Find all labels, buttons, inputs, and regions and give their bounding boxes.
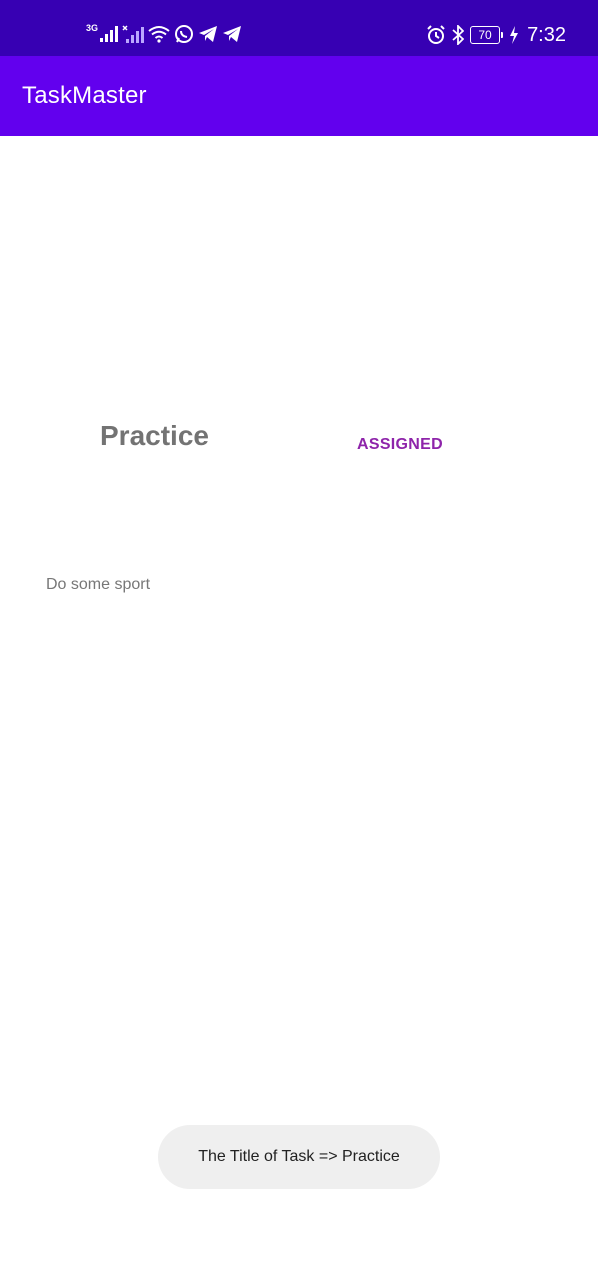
signal-x-icon [122, 25, 145, 43]
wifi-icon [148, 25, 170, 43]
toast-text: The Title of Task => Practice [198, 1148, 400, 1165]
status-bar: 3G 70 7:32 [0, 0, 598, 56]
telegram-icon [198, 25, 218, 43]
app-title: TaskMaster [22, 82, 147, 109]
charging-icon [509, 26, 519, 44]
telegram-icon [222, 25, 242, 43]
toast-message: The Title of Task => Practice [158, 1125, 440, 1189]
status-icons-right: 70 7:32 [426, 22, 566, 48]
bluetooth-icon [452, 25, 465, 45]
network-type-label: 3G [86, 23, 99, 33]
whatsapp-icon [174, 24, 194, 44]
battery-icon: 70 [470, 26, 504, 44]
status-icons-left: 3G [86, 22, 242, 46]
task-title: Practice [100, 420, 209, 451]
app-bar: TaskMaster [0, 56, 598, 136]
signal-icon [100, 26, 119, 42]
battery-level: 70 [470, 26, 501, 44]
clock: 7:32 [527, 23, 566, 46]
task-body: Do some sport [46, 576, 151, 593]
alarm-icon [426, 25, 446, 45]
task-state-label: ASSIGNED [357, 436, 443, 453]
